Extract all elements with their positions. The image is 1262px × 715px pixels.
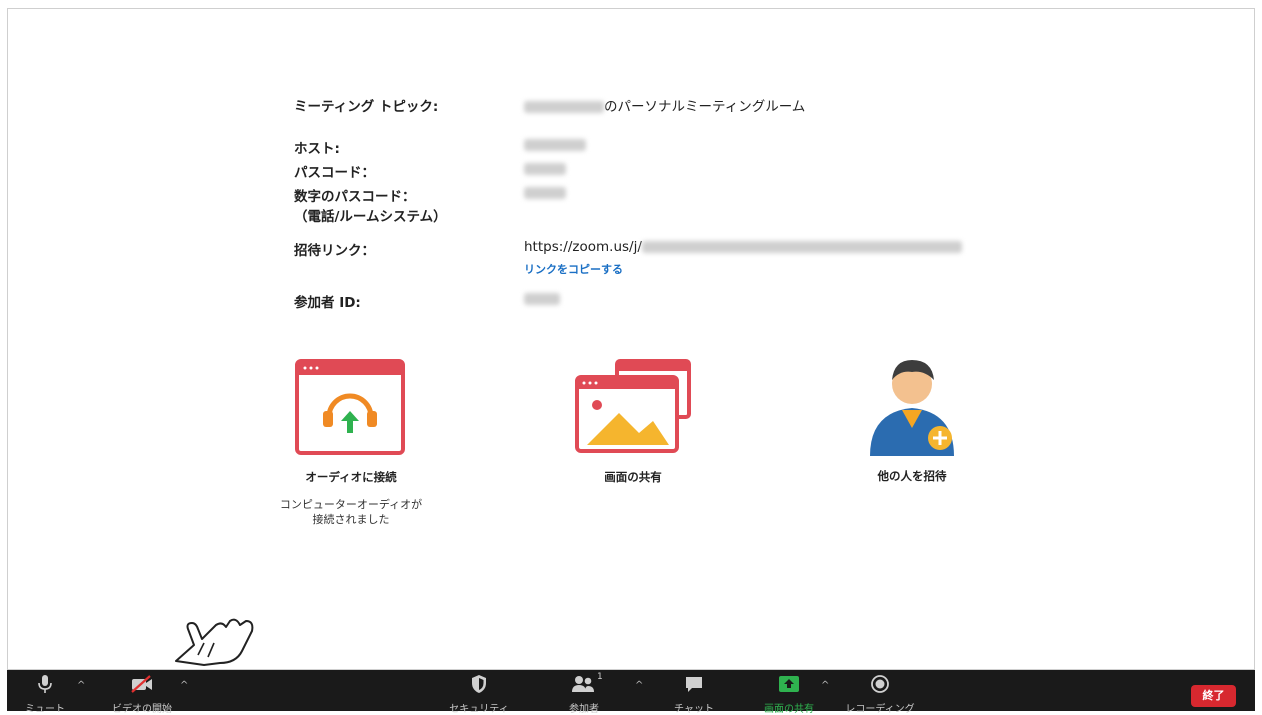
meeting-window: ミーティング トピック: のパーソナルミーティングルーム ホスト: パスコード：… [7,8,1255,670]
participants-label: 参加者 [569,704,599,715]
end-meeting-button[interactable]: 終了 [1191,685,1236,707]
invite-others-action[interactable]: 他の人を招待 [817,354,1007,484]
share-screen-label: 画面の共有 [604,470,662,484]
redacted-host [524,139,586,151]
pointing-hand-icon [175,618,254,666]
topic-value: のパーソナルミーティングルーム [524,95,805,115]
share-screen-arrow-icon[interactable] [778,674,800,694]
host-value [524,137,586,153]
participant-id-label: 参加者 ID: [294,295,361,311]
passcode-value [524,161,566,177]
invite-link-value[interactable]: https://zoom.us/j/ [524,239,962,255]
topic-label: ミーティング トピック: [294,99,439,115]
participant-id-value [524,291,560,307]
numeric-passcode-label: 数字のパスコード： [294,189,416,205]
topic-text: のパーソナルミーティングルーム [604,99,806,115]
share-screen-button[interactable]: 画面の共有 [752,674,826,715]
record-icon[interactable] [870,674,890,694]
host-label: ホスト: [294,141,340,157]
join-audio-action[interactable]: オーディオに接続 コンピューターオーディオが接続されました [256,359,446,527]
redacted-numeric-passcode [524,187,566,199]
share-screen-icon[interactable] [573,359,693,457]
redacted-name [524,101,604,113]
copy-link-button[interactable]: リンクをコピーする [524,261,623,277]
join-audio-label: オーディオに接続 [305,470,397,484]
share-screen-toolbar-label: 画面の共有 [764,704,814,715]
invite-person-icon[interactable] [862,354,962,458]
video-off-icon[interactable] [130,674,154,694]
participants-count: 1 [597,672,603,682]
security-label: セキュリティ [449,704,509,715]
audio-options-chevron-icon[interactable]: ^ [77,680,85,691]
redacted-passcode [524,163,566,175]
mute-label: ミュート [25,704,65,715]
participants-options-chevron-icon[interactable]: ^ [635,680,643,691]
participants-icon[interactable] [571,674,597,694]
audio-status-text: コンピューターオーディオが接続されました [279,498,423,526]
numeric-passcode-sub: （電話/ルームシステム） [294,209,447,225]
invite-link-text[interactable]: https://zoom.us/j/ [524,239,642,255]
share-options-chevron-icon[interactable]: ^ [821,680,829,691]
redacted-link [641,241,962,253]
passcode-label: パスコード： [294,165,375,181]
video-options-chevron-icon[interactable]: ^ [180,680,188,691]
start-video-label: ビデオの開始 [112,704,172,715]
mute-button[interactable]: ミュート [25,674,65,715]
invite-link-label: 招待リンク： [294,243,375,259]
chat-button[interactable]: チャット [667,674,721,715]
record-label: レコーディング [845,704,915,715]
microphone-icon[interactable] [37,674,53,694]
numeric-passcode-value [524,185,566,201]
chat-label: チャット [674,704,714,715]
chat-bubble-icon[interactable] [684,674,704,694]
security-button[interactable]: セキュリティ [447,674,511,715]
shield-icon[interactable] [470,674,488,694]
participants-button[interactable]: 1 参加者 [557,672,611,715]
invite-others-label: 他の人を招待 [877,469,947,483]
share-screen-action[interactable]: 画面の共有 [538,359,728,485]
redacted-participant-id [524,293,560,305]
join-audio-icon[interactable] [295,359,407,457]
record-button[interactable]: レコーディング [845,674,915,715]
start-video-button[interactable]: ビデオの開始 [105,674,179,715]
meeting-toolbar: ミュート ^ ビデオの開始 ^ セキュリティ 1 参加者 ^ チャット 画面の共… [7,670,1255,715]
